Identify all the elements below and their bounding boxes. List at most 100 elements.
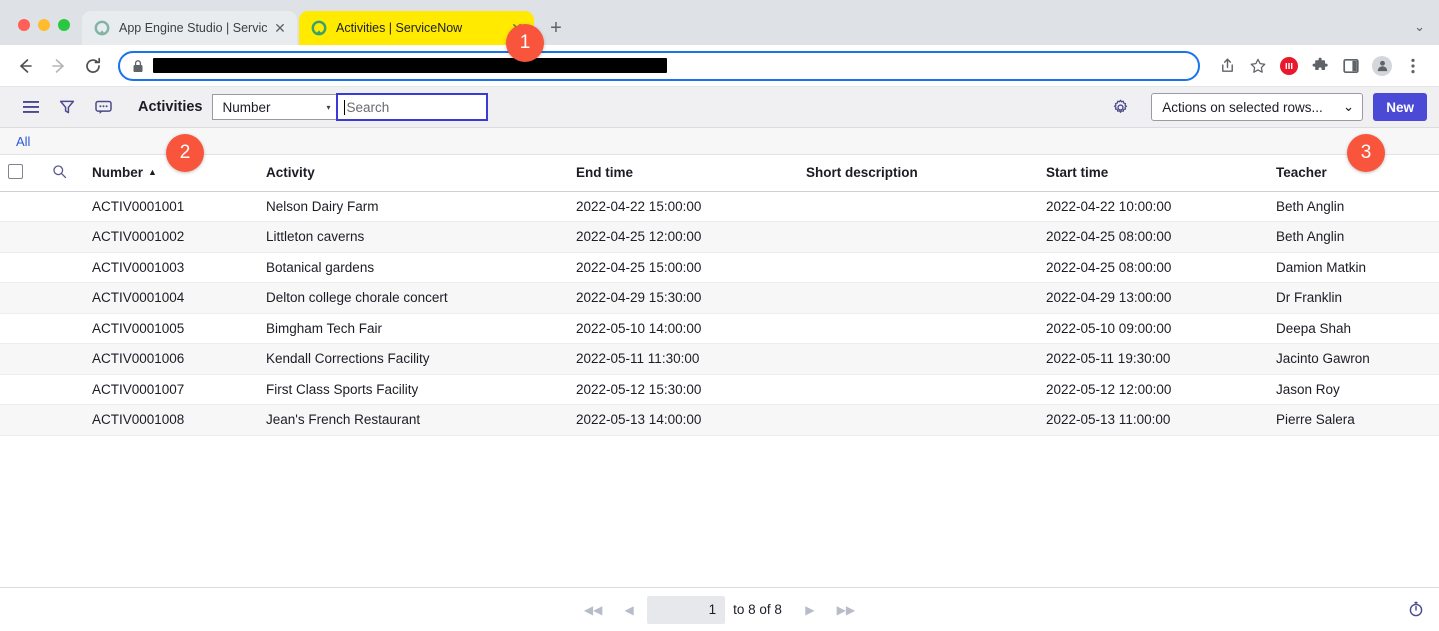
search-icon[interactable] xyxy=(52,164,67,179)
row-select-cell[interactable] xyxy=(0,313,44,344)
cell-number[interactable]: ACTIV0001002 xyxy=(84,221,258,253)
new-tab-button[interactable]: + xyxy=(542,14,570,42)
column-search-header xyxy=(44,155,84,192)
address-bar[interactable] xyxy=(118,50,1200,81)
cell-short-description xyxy=(798,252,1038,283)
row-actions-cell[interactable] xyxy=(44,343,84,375)
table-row[interactable]: ACTIV0001008 Jean's French Restaurant 2022… xyxy=(0,404,1439,436)
cell-teacher[interactable]: Beth Anglin xyxy=(1268,221,1439,253)
column-header-activity[interactable]: Activity xyxy=(258,155,568,192)
minimize-window-button[interactable] xyxy=(38,19,50,31)
cell-teacher[interactable]: Dr Franklin xyxy=(1268,282,1439,314)
cell-teacher[interactable]: Deepa Shah xyxy=(1268,313,1439,344)
next-page-icon[interactable]: ▶ xyxy=(792,597,828,623)
table-row[interactable]: ACTIV0001006 Kendall Corrections Facility… xyxy=(0,343,1439,375)
cell-teacher[interactable]: Beth Anglin xyxy=(1268,191,1439,222)
table-row[interactable]: ACTIV0001001 Nelson Dairy Farm 2022-04-22 … xyxy=(0,191,1439,222)
cell-number[interactable]: ACTIV0001003 xyxy=(84,252,258,283)
row-actions-cell[interactable] xyxy=(44,282,84,314)
page-number-input[interactable]: 1 xyxy=(647,595,726,624)
row-select-cell[interactable] xyxy=(0,221,44,253)
row-actions-cell[interactable] xyxy=(44,252,84,283)
cell-start-time: 2022-04-25 08:00:00 xyxy=(1038,252,1268,283)
records-table: Number ▲ Activity End time Short descript… xyxy=(0,155,1439,436)
cell-end-time: 2022-04-25 12:00:00 xyxy=(568,221,798,253)
bookmark-star-icon[interactable] xyxy=(1244,52,1272,80)
comment-bubble-icon[interactable] xyxy=(88,92,118,122)
back-icon[interactable] xyxy=(10,51,40,81)
last-page-icon[interactable]: ▶▶ xyxy=(828,597,864,623)
actions-on-selected-rows-select[interactable]: Actions on selected rows... ⌄ xyxy=(1151,93,1364,121)
row-actions-cell[interactable] xyxy=(44,404,84,436)
side-panel-icon[interactable] xyxy=(1337,52,1365,80)
cell-teacher[interactable]: Jacinto Gawron xyxy=(1268,343,1439,375)
hamburger-menu-icon[interactable] xyxy=(16,92,46,122)
profile-avatar-icon[interactable] xyxy=(1368,52,1396,80)
column-header-end-time[interactable]: End time xyxy=(568,155,798,192)
cell-short-description xyxy=(798,221,1038,253)
row-actions-cell[interactable] xyxy=(44,313,84,344)
row-select-cell[interactable] xyxy=(0,343,44,375)
table-row[interactable]: ACTIV0001007 First Class Sports Facility 2… xyxy=(0,374,1439,405)
cell-number[interactable]: ACTIV0001006 xyxy=(84,343,258,375)
row-actions-cell[interactable] xyxy=(44,191,84,222)
forward-icon[interactable] xyxy=(44,51,74,81)
browser-tab-activities[interactable]: Activities | ServiceNow ✕ xyxy=(299,11,534,45)
cell-short-description xyxy=(798,282,1038,314)
column-header-start-time[interactable]: Start time xyxy=(1038,155,1268,192)
cell-short-description xyxy=(798,313,1038,344)
table-header-row: Number ▲ Activity End time Short descript… xyxy=(0,155,1439,192)
cell-teacher[interactable]: Damion Matkin xyxy=(1268,252,1439,283)
chrome-menu-icon[interactable] xyxy=(1399,52,1427,80)
row-select-cell[interactable] xyxy=(0,404,44,436)
pagination-footer: ◀◀ ◀ 1 to 8 of 8 ▶ ▶▶ xyxy=(0,587,1439,631)
column-header-short-description[interactable]: Short description xyxy=(798,155,1038,192)
cell-number[interactable]: ACTIV0001008 xyxy=(84,404,258,436)
previous-page-icon[interactable]: ◀ xyxy=(611,597,647,623)
cell-short-description xyxy=(798,374,1038,405)
table-row[interactable]: ACTIV0001005 Bimgham Tech Fair 2022-05-10 … xyxy=(0,313,1439,344)
page-title: Activities xyxy=(138,99,203,115)
extensions-puzzle-icon[interactable] xyxy=(1306,52,1334,80)
close-icon[interactable]: ✕ xyxy=(271,19,289,37)
table-row[interactable]: ACTIV0001003 Botanical gardens 2022-04-25 … xyxy=(0,252,1439,283)
close-window-button[interactable] xyxy=(18,19,30,31)
new-button[interactable]: New xyxy=(1373,93,1427,121)
cell-teacher[interactable]: Jason Roy xyxy=(1268,374,1439,405)
maximize-window-button[interactable] xyxy=(58,19,70,31)
row-actions-cell[interactable] xyxy=(44,374,84,405)
breadcrumb-item-all[interactable]: All xyxy=(16,134,30,149)
cell-short-description xyxy=(798,404,1038,436)
row-select-cell[interactable] xyxy=(0,252,44,283)
share-icon[interactable] xyxy=(1213,52,1241,80)
cell-number[interactable]: ACTIV0001001 xyxy=(84,191,258,222)
gear-icon[interactable] xyxy=(1105,92,1135,122)
browser-toolbar xyxy=(0,45,1439,87)
cell-number[interactable]: ACTIV0001005 xyxy=(84,313,258,344)
select-all-checkbox[interactable] xyxy=(8,163,23,179)
browser-tab-app-engine-studio[interactable]: App Engine Studio | ServiceNo ✕ xyxy=(82,11,297,45)
search-input[interactable]: Search xyxy=(336,93,489,121)
filter-funnel-icon[interactable] xyxy=(52,92,82,122)
table-row[interactable]: ACTIV0001004 Delton college chorale conce… xyxy=(0,282,1439,314)
cell-start-time: 2022-05-10 09:00:00 xyxy=(1038,313,1268,344)
cell-number[interactable]: ACTIV0001007 xyxy=(84,374,258,405)
chevron-down-icon: ▾ xyxy=(326,102,331,112)
cell-activity: Botanical gardens xyxy=(258,252,568,283)
row-select-cell[interactable] xyxy=(0,374,44,405)
row-select-cell[interactable] xyxy=(0,282,44,314)
row-actions-cell[interactable] xyxy=(44,221,84,253)
chevron-down-icon[interactable]: ⌄ xyxy=(1414,19,1425,35)
actions-select-value: Actions on selected rows... xyxy=(1162,99,1323,115)
search-field-select[interactable]: Number ▾ xyxy=(212,94,337,120)
cell-activity: Jean's French Restaurant xyxy=(258,404,568,436)
text-cursor xyxy=(344,99,346,115)
table-row[interactable]: ACTIV0001002 Littleton caverns 2022-04-25 … xyxy=(0,221,1439,253)
reload-icon[interactable] xyxy=(78,51,108,81)
cell-number[interactable]: ACTIV0001004 xyxy=(84,282,258,314)
row-select-cell[interactable] xyxy=(0,191,44,222)
first-page-icon[interactable]: ◀◀ xyxy=(575,597,611,623)
stopwatch-icon[interactable] xyxy=(1407,600,1425,623)
extension-red-icon[interactable] xyxy=(1275,52,1303,80)
cell-teacher[interactable]: Pierre Salera xyxy=(1268,404,1439,436)
